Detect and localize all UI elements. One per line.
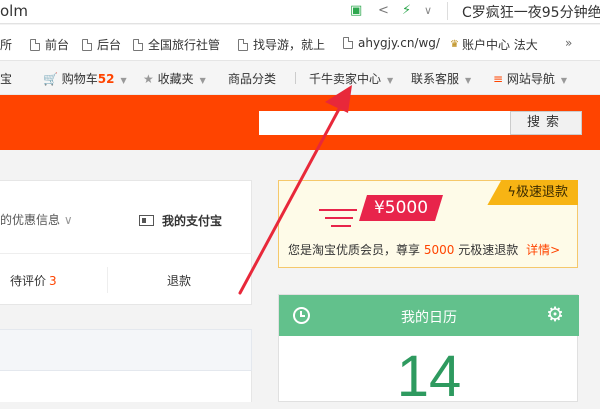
share-icon[interactable]: < bbox=[378, 3, 389, 19]
address-url[interactable]: olm bbox=[0, 2, 28, 20]
desc-amount: 5000 bbox=[423, 243, 455, 257]
seller-center-label: 千牛卖家中心 bbox=[309, 72, 382, 86]
crown-icon: ♛ bbox=[450, 39, 459, 50]
bookmark-label: 账户中心 法大 bbox=[461, 38, 538, 52]
favorites-label: 收藏夹 bbox=[157, 72, 194, 86]
bookmark-label: 前台 bbox=[45, 38, 70, 52]
gear-icon[interactable]: ⚙ bbox=[546, 303, 564, 325]
page-icon bbox=[133, 38, 143, 51]
tab-label: 待评价 bbox=[10, 274, 47, 288]
divider bbox=[295, 72, 296, 84]
page-icon bbox=[343, 37, 353, 49]
nav-item-categories[interactable]: 商品分类 bbox=[228, 70, 276, 87]
chevron-down-icon: ∨ bbox=[63, 213, 73, 227]
calendar-day: 14 bbox=[396, 344, 462, 409]
nav-item-service[interactable]: 联系客服 ▼ bbox=[411, 70, 471, 87]
bookmark-label: 找导游，就上 bbox=[253, 38, 326, 52]
bookmarks-bar: 所 前台 后台 全国旅行社管 找导游，就上 ahygjy.cn/wg/ ♛ 账户中… bbox=[0, 25, 600, 61]
tab-pending-review[interactable]: 待评价 3 bbox=[10, 272, 57, 289]
browser-address-bar: olm ▣ < ⚡ ∨ C罗疯狂一夜95分钟绝 bbox=[0, 0, 600, 24]
reader-icon[interactable]: ▣ bbox=[350, 3, 362, 19]
lightning-icon: ϟ bbox=[507, 185, 516, 200]
nav-item-seller-center[interactable]: 千牛卖家中心 ▼ bbox=[309, 70, 393, 87]
page-icon bbox=[82, 38, 92, 51]
nav-item-favorites[interactable]: ★ 收藏夹 ▼ bbox=[143, 70, 206, 87]
bookmark-overflow[interactable]: » bbox=[565, 36, 572, 50]
chevron-down-icon: ▼ bbox=[465, 76, 472, 85]
nav-item-cart[interactable]: 🛒 购物车52 ▼ bbox=[43, 70, 127, 87]
nav-item-site-guide[interactable]: ≡ 网站导航 ▼ bbox=[493, 70, 567, 87]
site-guide-label: 网站导航 bbox=[506, 72, 555, 86]
promo-info-link[interactable]: 的优惠信息 ∨ bbox=[0, 211, 73, 228]
speed-lines-icon bbox=[319, 209, 357, 233]
desc-prefix: 您是淘宝优质会员，尊享 bbox=[288, 243, 421, 257]
card-icon bbox=[139, 215, 154, 226]
panel-bottom bbox=[0, 371, 252, 402]
cart-icon: 🛒 bbox=[43, 72, 58, 86]
site-top-nav: 宝 🛒 购物车52 ▼ ★ 收藏夹 ▼ 商品分类 千牛卖家中心 ▼ 联系客服 ▼ ≡ 网… bbox=[0, 61, 600, 95]
page-icon bbox=[30, 38, 40, 51]
chevron-down-icon: ▼ bbox=[387, 76, 394, 85]
chevron-down-icon[interactable]: ∨ bbox=[424, 3, 432, 19]
search-button[interactable]: 搜索 bbox=[510, 111, 582, 135]
star-icon: ★ bbox=[143, 72, 154, 86]
quick-refund-card: ϟ极速退款 ¥5000 您是淘宝优质会员，尊享 5000 元极速退款 详情> bbox=[278, 180, 578, 268]
search-input[interactable] bbox=[259, 111, 510, 135]
cart-label: 购物车 bbox=[61, 72, 98, 86]
bookmark-item[interactable]: ahygjy.cn/wg/ bbox=[343, 36, 440, 50]
page-icon bbox=[238, 38, 248, 51]
bookmark-item[interactable]: ♛ 账户中心 法大 bbox=[450, 36, 538, 53]
bookmark-label: 全国旅行社管 bbox=[148, 38, 221, 52]
nav-item-cut[interactable]: 宝 bbox=[0, 70, 12, 87]
bookmark-item[interactable]: 所 bbox=[0, 36, 12, 53]
details-link[interactable]: 详情> bbox=[526, 243, 560, 257]
promo-label: 的优惠信息 bbox=[0, 213, 61, 227]
bookmark-item[interactable]: 找导游，就上 bbox=[238, 36, 325, 53]
tab-count: 3 bbox=[49, 274, 57, 288]
browser-search-text[interactable]: C罗疯狂一夜95分钟绝 bbox=[462, 2, 600, 22]
chevron-down-icon: ▼ bbox=[199, 76, 206, 85]
calendar-card: 我的日历 ⚙ 14 bbox=[278, 294, 579, 407]
divider bbox=[0, 253, 252, 254]
desc-suffix: 元极速退款 bbox=[458, 243, 519, 257]
chevron-down-icon: ▼ bbox=[560, 76, 568, 85]
divider bbox=[107, 267, 108, 293]
refund-amount-badge: ¥5000 bbox=[359, 195, 443, 221]
bookmark-label: » bbox=[565, 36, 573, 50]
user-panel: 的优惠信息 ∨ 我的支付宝 待评价 3 退款 bbox=[0, 180, 252, 305]
refund-description: 您是淘宝优质会员，尊享 5000 元极速退款 详情> bbox=[288, 241, 560, 258]
refund-tag-label: 极速退款 bbox=[515, 185, 568, 200]
calendar-title: 我的日历 bbox=[401, 310, 457, 326]
bookmark-item[interactable]: 前台 bbox=[30, 36, 69, 53]
tab-refund[interactable]: 退款 bbox=[167, 272, 191, 289]
lightning-icon[interactable]: ⚡ bbox=[402, 3, 411, 19]
chevron-down-icon: ▼ bbox=[120, 76, 127, 85]
bookmark-label: ahygjy.cn/wg/ bbox=[358, 36, 440, 50]
refund-tag: ϟ极速退款 bbox=[487, 180, 578, 205]
bookmark-label: 后台 bbox=[97, 38, 122, 52]
bookmark-label: 所 bbox=[0, 38, 13, 52]
alipay-link[interactable]: 我的支付宝 bbox=[139, 212, 222, 229]
bookmark-item[interactable]: 全国旅行社管 bbox=[133, 36, 220, 53]
menu-icon: ≡ bbox=[493, 72, 504, 86]
cart-count: 52 bbox=[97, 72, 115, 86]
alipay-label: 我的支付宝 bbox=[162, 214, 223, 228]
site-header: 搜索 bbox=[0, 95, 600, 150]
bookmark-item[interactable]: 后台 bbox=[82, 36, 121, 53]
panel-strip bbox=[0, 329, 252, 371]
divider bbox=[447, 2, 448, 20]
service-label: 联系客服 bbox=[411, 72, 460, 86]
calendar-header: 我的日历 ⚙ bbox=[279, 295, 579, 336]
